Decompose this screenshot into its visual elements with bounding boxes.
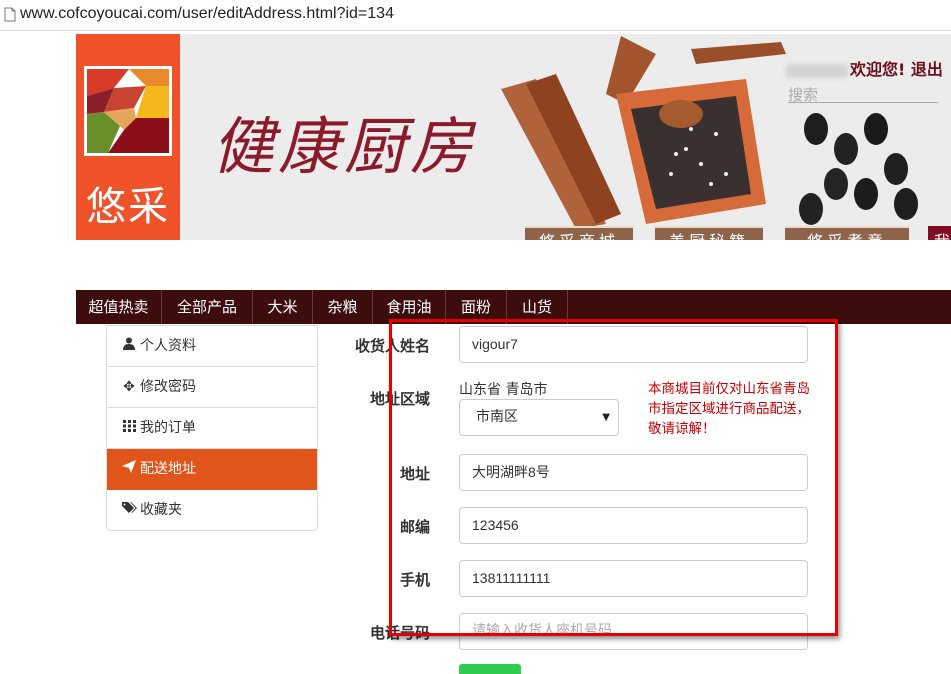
phone-field[interactable]: 请输入收货人座机号码 — [459, 613, 808, 650]
sidebar-item-delivery-address[interactable]: 配送地址 — [107, 449, 317, 490]
brand-title: 健康厨房 — [212, 110, 477, 183]
url-text: www.cofcoyoucai.com/user/editAddress.htm… — [20, 5, 394, 22]
sidebar-item-orders[interactable]: 我的订单 — [107, 408, 317, 449]
nav-item-mountain-goods[interactable]: 山货 — [507, 290, 568, 324]
district-select[interactable]: 市南区 ▼ — [459, 399, 619, 436]
mobile-label: 手机 — [399, 571, 430, 589]
nav-item-all-products[interactable]: 全部产品 — [162, 290, 253, 324]
site-logo[interactable]: 悠采 — [76, 34, 180, 240]
region-text: 山东省 青岛市 — [459, 382, 548, 398]
nav-item-rice[interactable]: 大米 — [253, 290, 313, 324]
delivery-notice: 本商城目前仅对山东省青岛市指定区域进行商品配送，敬请谅解！ — [648, 381, 810, 437]
recipient-name-label: 收货人姓名 — [354, 337, 430, 355]
district-selected-value: 市南区 — [476, 409, 518, 425]
browser-address-bar[interactable]: www.cofcoyoucai.com/user/editAddress.htm… — [0, 0, 951, 31]
logout-link[interactable]: 退出 — [911, 60, 943, 79]
nav-item-hot-deals[interactable]: 超值热卖 — [76, 290, 162, 324]
sidebar-item-label: 我的订单 — [140, 420, 196, 436]
logo-mosaic-icon — [84, 66, 172, 156]
tab-my[interactable]: 我 — [928, 226, 951, 240]
welcome-area: 欢迎您! 退出 — [786, 56, 943, 80]
address-label: 地址 — [399, 465, 430, 483]
user-icon — [121, 326, 137, 367]
tab-recipes[interactable]: 美厨秘籍 — [655, 226, 763, 240]
sidebar-item-favorites[interactable]: 收藏夹 — [107, 490, 317, 531]
address-field[interactable]: 大明湖畔8号 — [459, 454, 808, 491]
tab-mall[interactable]: 悠采商城 — [525, 226, 633, 240]
search-underline — [788, 102, 938, 103]
logo-text: 悠采 — [86, 184, 170, 230]
main-nav: 超值热卖 全部产品 大米 杂粮 食用油 面粉 山货 — [76, 290, 951, 324]
sidebar-item-profile[interactable]: 个人资料 — [107, 326, 317, 367]
tab-cooking-ideas[interactable]: 悠采煮意 — [785, 226, 909, 240]
move-icon: ✥ — [123, 379, 135, 395]
phone-label: 电话号码 — [369, 624, 430, 642]
welcome-text: 欢迎您! — [850, 60, 906, 79]
nav-item-grains[interactable]: 杂粮 — [313, 290, 373, 324]
sidebar-item-label: 收藏夹 — [140, 502, 182, 518]
postcode-label: 邮编 — [399, 518, 430, 536]
send-icon — [121, 449, 137, 490]
region-label: 地址区域 — [369, 390, 430, 408]
page-icon — [4, 7, 16, 22]
mobile-field[interactable]: 13811111111 — [459, 560, 808, 597]
grid-icon — [121, 408, 137, 449]
nav-item-flour[interactable]: 面粉 — [446, 290, 507, 324]
sidebar-item-label: 个人资料 — [140, 338, 196, 354]
recipient-name-field[interactable]: vigour7 — [459, 326, 808, 363]
account-sidebar: 个人资料 ✥ 修改密码 我的订单 配送地址 收藏夹 — [106, 325, 318, 531]
save-button[interactable] — [459, 664, 521, 674]
sidebar-item-label: 修改密码 — [140, 379, 196, 395]
sidebar-item-label: 配送地址 — [140, 461, 196, 477]
tags-icon — [121, 490, 137, 531]
dropdown-caret-icon: ▼ — [602, 412, 610, 423]
postcode-field[interactable]: 123456 — [459, 507, 808, 544]
site-banner: 悠采 健康厨房 欢迎您! 退出 搜索 悠采商城 美厨秘籍 悠采煮意 我 — [76, 34, 951, 240]
sidebar-item-change-password[interactable]: ✥ 修改密码 — [107, 367, 317, 408]
blurred-username — [786, 63, 848, 78]
nav-item-cooking-oil[interactable]: 食用油 — [373, 290, 446, 324]
